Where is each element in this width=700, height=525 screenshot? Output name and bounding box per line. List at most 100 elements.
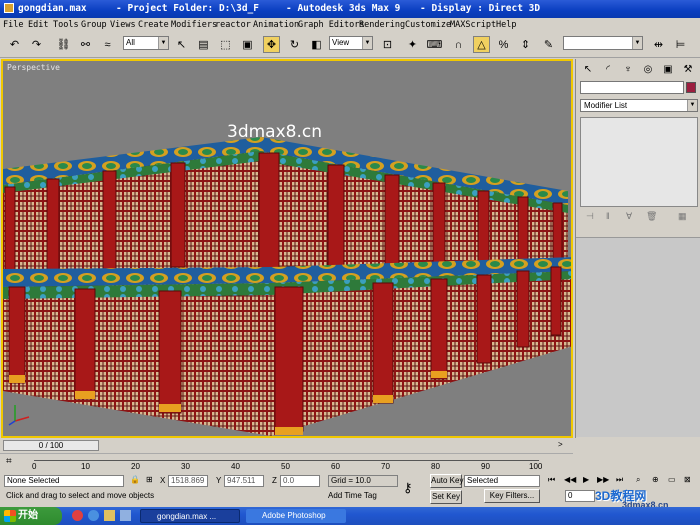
task-3dsmax[interactable]: gongdian.max ... xyxy=(140,509,240,523)
window-crossing-icon[interactable]: ▣ xyxy=(239,36,256,53)
align-icon[interactable]: ⊨ xyxy=(672,36,689,53)
tick-label: 30 xyxy=(181,462,190,471)
zoom-icon[interactable]: ⌕ xyxy=(636,475,640,485)
current-frame-field[interactable]: 0 xyxy=(565,490,595,502)
display-tab-icon[interactable]: ▣ xyxy=(660,62,676,77)
menu-views[interactable]: Views xyxy=(110,20,136,30)
z-coordinate-field[interactable]: 0.0 xyxy=(280,475,320,487)
perspective-viewport[interactable]: Perspective 3dmax8.cn xyxy=(1,59,573,438)
window-title-display: - Display : Direct 3D xyxy=(420,3,541,14)
modify-tab-icon[interactable]: ◜ xyxy=(600,62,616,77)
keyboard-shortcut-icon[interactable]: ⌨ xyxy=(426,36,443,53)
key-mode-dropdown[interactable]: Selected xyxy=(464,475,540,487)
undo-icon[interactable]: ↶ xyxy=(6,36,23,53)
mini-curve-editor-icon[interactable]: ⌗ xyxy=(6,456,12,467)
angle-snap-icon[interactable]: △ xyxy=(473,36,490,53)
menu-group[interactable]: Group xyxy=(81,20,107,30)
menu-rendering[interactable]: Rendering xyxy=(359,20,405,30)
go-to-start-icon[interactable]: ⏮ xyxy=(548,475,555,485)
snaps-toggle-icon[interactable]: ∩ xyxy=(450,36,467,53)
tick-label: 90 xyxy=(481,462,490,471)
x-coordinate-field[interactable]: 1518.869 xyxy=(168,475,208,487)
bind-space-warp-icon[interactable]: ≈ xyxy=(99,36,116,53)
maximize-viewport-icon[interactable]: ⊠ xyxy=(684,475,691,484)
auto-key-button[interactable]: Auto Key xyxy=(430,474,463,488)
named-selection-sets-dropdown[interactable]: ▼ xyxy=(563,36,643,50)
task-photoshop[interactable]: Adobe Photoshop xyxy=(246,509,346,523)
time-slider-track[interactable]: 0 / 100 > xyxy=(0,439,573,452)
menu-create[interactable]: Create xyxy=(138,20,169,30)
spinner-snap-icon[interactable]: ⇕ xyxy=(517,36,534,53)
tick-label: 40 xyxy=(231,462,240,471)
menu-file[interactable]: File xyxy=(3,20,23,30)
tick-label: 60 xyxy=(331,462,340,471)
ie-icon[interactable] xyxy=(88,510,99,521)
go-to-end-icon[interactable]: ⏭ xyxy=(616,475,623,485)
menu-edit[interactable]: Edit xyxy=(28,20,48,30)
make-unique-icon[interactable]: ∀ xyxy=(626,211,632,222)
y-coordinate-field[interactable]: 947.511 xyxy=(224,475,264,487)
next-key-icon[interactable]: ▶▶ xyxy=(597,475,609,484)
menu-reactor[interactable]: reactor xyxy=(215,20,251,30)
create-tab-icon[interactable]: ↖ xyxy=(580,62,596,77)
lock-selection-icon[interactable]: 🔒 xyxy=(130,475,140,484)
menu-customize[interactable]: Customize xyxy=(405,20,451,30)
manipulate-icon[interactable]: ✦ xyxy=(404,36,421,53)
select-and-rotate-icon[interactable]: ↻ xyxy=(286,36,303,53)
zoom-extents-icon[interactable]: ▭ xyxy=(668,475,676,484)
motion-tab-icon[interactable]: ◎ xyxy=(640,62,656,77)
configure-sets-icon[interactable]: ▦ xyxy=(678,211,687,222)
window-title-file: gongdian.max xyxy=(18,3,87,14)
remove-modifier-icon[interactable]: 🗑 xyxy=(646,211,657,222)
select-and-move-icon[interactable]: ✥ xyxy=(263,36,280,53)
mirror-icon[interactable]: ⇹ xyxy=(650,36,667,53)
zoom-all-icon[interactable]: ⊕ xyxy=(652,475,659,484)
select-by-name-icon[interactable]: ▤ xyxy=(195,36,212,53)
previous-frame-icon[interactable]: ◀◀ xyxy=(564,475,576,484)
object-name-field[interactable] xyxy=(580,81,684,94)
title-bar: gongdian.max - Project Folder: D:\3d_F -… xyxy=(0,0,700,18)
tick-label: 20 xyxy=(131,462,140,471)
quicklaunch-icon[interactable] xyxy=(72,510,83,521)
set-key-button[interactable]: Set Key xyxy=(430,490,462,504)
next-frame-icon[interactable]: > xyxy=(558,440,563,449)
palace-model xyxy=(3,137,571,436)
start-button[interactable]: 开始 xyxy=(0,507,62,525)
menu-bar: File Edit Tools Group Views Create Modif… xyxy=(0,18,700,32)
select-and-scale-icon[interactable]: ◧ xyxy=(308,36,325,53)
absolute-mode-icon[interactable]: ⊞ xyxy=(146,475,153,484)
hierarchy-tab-icon[interactable]: ♆ xyxy=(620,62,636,77)
object-color-swatch[interactable] xyxy=(686,82,696,93)
pin-stack-icon[interactable]: ⊣ xyxy=(586,211,594,222)
menu-animation[interactable]: Animation xyxy=(253,20,299,30)
reference-coordinate-dropdown[interactable]: View ▼ xyxy=(329,36,373,50)
menu-modifiers[interactable]: Modifiers xyxy=(171,20,217,30)
utilities-tab-icon[interactable]: ⚒ xyxy=(680,62,696,77)
play-icon[interactable]: ▶ xyxy=(583,475,589,484)
selection-filter-dropdown[interactable]: All ▼ xyxy=(123,36,169,50)
select-and-link-icon[interactable]: ⛓ xyxy=(55,36,72,53)
named-selection-icon[interactable]: ✎ xyxy=(540,36,557,53)
add-time-tag-button[interactable]: Add Time Tag xyxy=(328,490,398,504)
rectangular-selection-icon[interactable]: ⬚ xyxy=(217,36,234,53)
time-slider[interactable]: 0 / 100 xyxy=(3,440,99,451)
start-label: 开始 xyxy=(18,510,38,521)
modifier-stack[interactable] xyxy=(580,117,698,207)
pivot-center-icon[interactable]: ⊡ xyxy=(379,36,396,53)
tick-label: 100 xyxy=(529,462,543,471)
unlink-icon[interactable]: ⚯ xyxy=(77,36,94,53)
menu-maxscript[interactable]: MAXScript xyxy=(450,20,496,30)
menu-graph-editors[interactable]: Graph Editors xyxy=(298,20,365,30)
explorer-icon[interactable] xyxy=(104,510,115,521)
select-object-icon[interactable]: ↖ xyxy=(173,36,190,53)
percent-snap-icon[interactable]: % xyxy=(495,36,512,53)
key-filters-button[interactable]: Key Filters... xyxy=(484,489,540,503)
tick-label: 10 xyxy=(81,462,90,471)
modifier-list-dropdown[interactable]: Modifier List ▼ xyxy=(580,99,698,112)
menu-help[interactable]: Help xyxy=(496,20,516,30)
show-end-result-icon[interactable]: ‖ xyxy=(606,211,610,221)
media-icon[interactable] xyxy=(120,510,131,521)
set-key-mode-icon[interactable]: ⚷ xyxy=(403,480,413,496)
redo-icon[interactable]: ↷ xyxy=(28,36,45,53)
menu-tools[interactable]: Tools xyxy=(53,20,79,30)
